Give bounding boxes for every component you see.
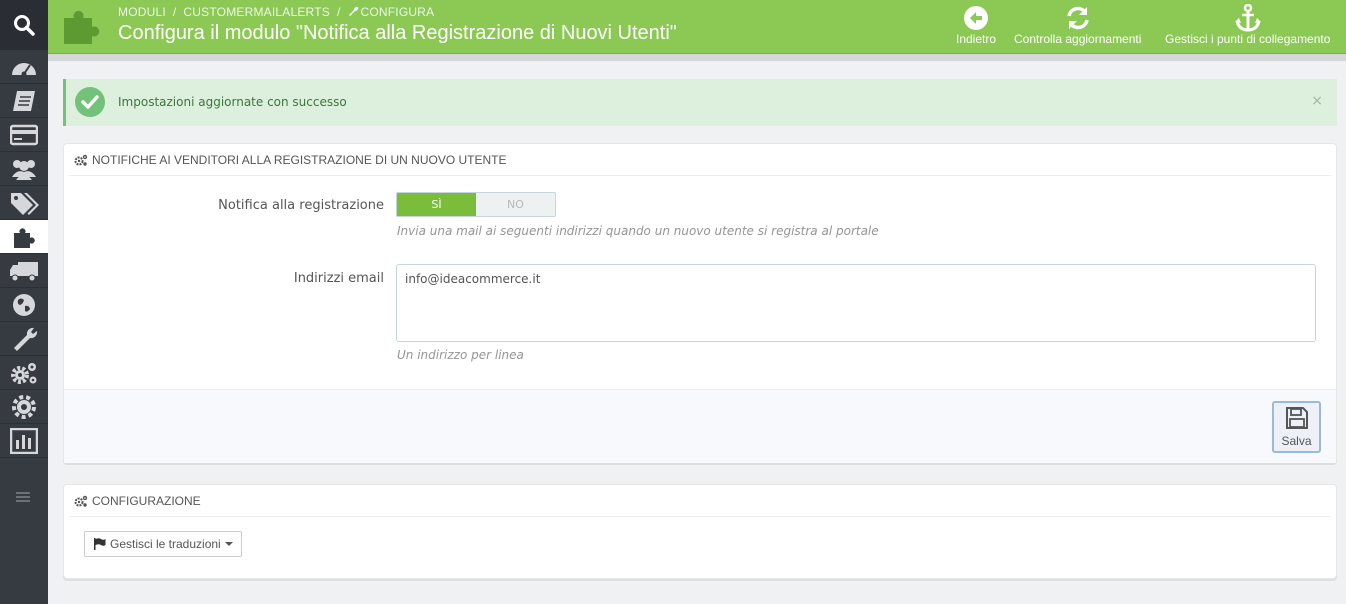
notify-label: Notifica alla registrazione [218,198,384,213]
page-header: MODULI / CUSTOMERMAILALERTS / CONFIGURA Conf… [48,0,1346,54]
sidebar-item-preferences[interactable] [0,322,48,356]
notify-switch[interactable]: SÌ NO [396,192,556,217]
payment-icon [10,124,38,145]
preferences-icon [14,327,38,351]
sidebar-item-advanced[interactable] [0,356,48,390]
check-updates-button[interactable]: Controlla aggiornamenti [1014,4,1141,46]
panel-footer: Salva [64,389,1336,463]
cogs-icon [74,154,88,166]
close-icon[interactable]: × [1311,93,1323,109]
back-button[interactable]: Indietro [956,4,996,46]
save-label: Salva [1281,434,1312,448]
panel-heading: CONFIGURAZIONE [69,485,1331,517]
panel-title: NOTIFICHE AI VENDITORI ALLA REGISTRAZION… [92,152,507,167]
anchor-icon [1234,4,1261,32]
orders-icon [13,90,35,111]
notifications-panel: NOTIFICHE AI VENDITORI ALLA REGISTRAZION… [63,143,1337,463]
sidebar-item-shipping[interactable] [0,254,48,288]
switch-yes[interactable]: SÌ [397,193,476,216]
sidebar-item-orders[interactable] [0,84,48,118]
header-divider [48,54,1346,61]
sidebar-item-administration[interactable] [0,390,48,424]
advanced-icon [11,362,37,384]
sidebar-item-dashboard[interactable] [0,50,48,84]
switch-no[interactable]: NO [476,193,555,216]
panel-heading: NOTIFICHE AI VENDITORI ALLA REGISTRAZION… [69,144,1331,176]
floppy-disk-icon [1285,407,1308,429]
modules-icon [14,227,35,248]
manage-hooks-label: Gestisci i punti di collegamento [1165,32,1331,46]
refresh-icon [1066,6,1089,30]
check-updates-label: Controlla aggiornamenti [1014,32,1142,46]
sidebar-item-customers[interactable] [0,152,48,186]
localization-icon [13,293,35,316]
sidebar [0,0,48,604]
page-title: Configura il modulo "Notifica alla Regis… [118,22,677,44]
sidebar-item-stats[interactable] [0,424,48,458]
breadcrumb-item-configure: CONFIGURA [360,5,435,19]
success-alert: Impostazioni aggiornate con successo × [63,79,1337,126]
shipping-icon [10,261,38,281]
back-arrow-icon [964,6,989,30]
cogs-icon [74,495,88,507]
breadcrumb-item-module[interactable]: CUSTOMERMAILALERTS [183,5,330,19]
panel-title: CONFIGURAZIONE [92,493,201,508]
caret-down-icon [224,542,233,546]
breadcrumb-item-modules[interactable]: MODULI [118,5,166,19]
hamburger-icon [16,492,30,502]
sidebar-item-localization[interactable] [0,288,48,322]
emails-help: Un indirizzo per linea [397,348,524,362]
flag-icon [94,538,106,550]
back-label: Indietro [956,32,997,46]
stats-icon [10,427,38,454]
gear-icon [12,394,36,419]
sidebar-item-catalog[interactable] [0,186,48,220]
manage-translations-label: Gestisci le traduzioni [110,537,221,551]
customers-icon [12,159,36,180]
alert-message: Impostazioni aggiornate con successo [118,95,347,109]
check-circle-icon [75,87,105,121]
configuration-panel: CONFIGURAZIONE Gestisci le traduzioni [63,484,1337,579]
manage-hooks-button[interactable]: Gestisci i punti di collegamento [1165,4,1330,46]
dashboard-icon [12,62,36,76]
catalog-icon [11,192,39,215]
search-icon [14,15,35,36]
puzzle-icon [60,4,102,50]
wrench-icon [348,6,359,20]
save-button[interactable]: Salva [1272,401,1321,453]
menu-collapse-button[interactable] [16,488,30,507]
notify-help: Invia una mail ai seguenti indirizzi qua… [397,224,879,238]
sidebar-item-modules[interactable] [0,220,48,254]
breadcrumb: MODULI / CUSTOMERMAILALERTS / CONFIGURA [118,5,435,20]
search-button[interactable] [0,0,48,50]
manage-translations-button[interactable]: Gestisci le traduzioni [84,531,242,557]
emails-textarea[interactable]: info@ideacommerce.it [396,264,1316,342]
emails-label: Indirizzi email [293,271,384,286]
sidebar-item-payment[interactable] [0,118,48,152]
